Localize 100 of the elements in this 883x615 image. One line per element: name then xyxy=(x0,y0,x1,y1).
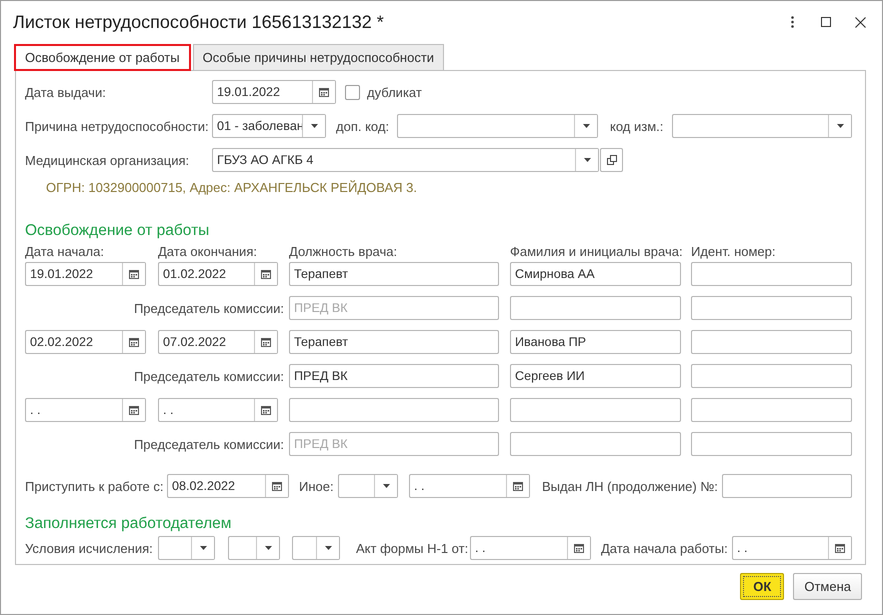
column-header: Идент. номер: xyxy=(691,244,776,260)
dropdown-field[interactable] xyxy=(338,474,398,498)
text-field[interactable] xyxy=(722,474,852,498)
text-field[interactable] xyxy=(691,296,852,320)
text-field[interactable] xyxy=(691,364,852,388)
caret-icon xyxy=(582,124,590,128)
calendar-button[interactable] xyxy=(122,263,145,285)
date-field[interactable]: . . xyxy=(409,474,530,498)
field-label: Акт формы Н-1 от: xyxy=(356,540,470,556)
field-label: Выдан ЛН (продолжение) №: xyxy=(542,478,719,494)
dropdown-button[interactable] xyxy=(316,537,339,559)
date-field[interactable]: 08.02.2022 xyxy=(167,474,289,498)
calendar-button[interactable] xyxy=(567,537,590,559)
dropdown-field[interactable] xyxy=(397,114,598,138)
text-field[interactable] xyxy=(289,398,499,422)
calendar-icon xyxy=(129,405,139,415)
calendar-button[interactable] xyxy=(506,475,529,497)
section-heading: Освобождение от работы xyxy=(25,222,210,241)
column-header: Дата начала: xyxy=(25,244,105,260)
calendar-button[interactable] xyxy=(254,399,277,421)
text-field[interactable] xyxy=(510,398,681,422)
dropdown-field[interactable] xyxy=(292,536,340,560)
dropdown-button[interactable] xyxy=(374,475,397,497)
dropdown-button[interactable] xyxy=(302,115,325,137)
column-header: Фамилия и инициалы врача: xyxy=(510,244,684,260)
field-label: Условия исчисления: xyxy=(25,540,154,556)
more-icon xyxy=(790,16,794,28)
text-field[interactable]: ПРЕД ВК xyxy=(289,364,499,388)
calendar-button[interactable] xyxy=(254,331,277,353)
caret-icon xyxy=(324,546,332,550)
field-label: Дата начала работы: xyxy=(601,540,729,556)
maximize-icon xyxy=(821,17,831,27)
field-label: дубликат xyxy=(367,84,422,100)
dropdown-button[interactable] xyxy=(256,537,279,559)
dropdown-field[interactable]: 01 - заболеван xyxy=(212,114,326,138)
caret-icon xyxy=(200,546,206,550)
caret-icon xyxy=(382,484,390,488)
date-field[interactable]: . . xyxy=(732,536,852,560)
organization-info: ОГРН: 1032900000715, Адрес: АРХАНГЕЛЬСК РЕЙДОВАЯ 3. xyxy=(46,180,418,196)
dropdown-button[interactable] xyxy=(828,115,851,137)
calendar-icon xyxy=(261,337,271,347)
section-heading: Заполняется работодателем xyxy=(25,515,232,534)
open-form-icon xyxy=(606,155,616,165)
calendar-icon xyxy=(319,87,329,97)
checkbox[interactable] xyxy=(345,84,360,100)
date-field[interactable]: . . xyxy=(470,536,591,560)
field-label: Председатель комиссии: xyxy=(132,368,285,384)
column-header: Должность врача: xyxy=(289,244,398,260)
calendar-icon xyxy=(272,481,282,491)
field-label: Иное: xyxy=(299,478,335,494)
calendar-icon xyxy=(129,269,139,279)
calendar-button[interactable] xyxy=(312,81,335,103)
date-field[interactable]: . . xyxy=(158,398,278,422)
calendar-icon xyxy=(835,543,845,553)
ok-button[interactable]: ОК xyxy=(740,573,784,600)
text-field[interactable]: Иванова ПР xyxy=(510,330,681,354)
calendar-icon xyxy=(129,337,139,347)
close-button[interactable] xyxy=(852,14,868,30)
text-field[interactable] xyxy=(691,432,852,456)
dropdown-field[interactable] xyxy=(158,536,215,560)
calendar-button[interactable] xyxy=(828,537,851,559)
field-label: Председатель комиссии: xyxy=(132,436,285,452)
maximize-button[interactable] xyxy=(818,14,834,30)
dropdown-button[interactable] xyxy=(575,149,598,171)
caret-icon xyxy=(264,546,272,550)
calendar-icon xyxy=(513,481,523,491)
tab[interactable]: Освобождение от работы xyxy=(14,44,191,71)
close-icon xyxy=(854,16,866,28)
text-field[interactable] xyxy=(510,432,681,456)
text-field[interactable] xyxy=(691,398,852,422)
text-field[interactable] xyxy=(691,262,852,286)
date-field[interactable]: 07.02.2022 xyxy=(158,330,278,354)
dropdown-button[interactable] xyxy=(574,115,597,137)
field-label: доп. код: xyxy=(336,118,390,134)
dropdown-button[interactable] xyxy=(191,537,214,559)
text-field[interactable] xyxy=(691,330,852,354)
dropdown-field[interactable] xyxy=(228,536,280,560)
date-field[interactable]: 01.02.2022 xyxy=(158,262,278,286)
cancel-button[interactable]: Отмена xyxy=(793,573,862,600)
date-field[interactable]: 19.01.2022 xyxy=(25,262,146,286)
calendar-icon xyxy=(261,405,271,415)
text-field[interactable]: Терапевт xyxy=(289,330,499,354)
caret-icon xyxy=(310,124,318,128)
text-field[interactable]: Смирнова АА xyxy=(510,262,681,286)
date-field[interactable]: 02.02.2022 xyxy=(25,330,146,354)
tab[interactable]: Особые причины нетрудоспособности xyxy=(192,44,444,71)
open-button[interactable] xyxy=(600,148,623,172)
caret-icon xyxy=(836,124,844,128)
date-field[interactable]: 19.01.2022 xyxy=(212,80,336,104)
dropdown-field[interactable] xyxy=(672,114,852,138)
text-field[interactable] xyxy=(510,296,681,320)
text-field[interactable]: Терапевт xyxy=(289,262,499,286)
text-field[interactable]: Сергеев ИИ xyxy=(510,364,681,388)
field-label: код изм.: xyxy=(610,118,664,134)
date-field[interactable]: . . xyxy=(25,398,146,422)
dropdown-field[interactable]: ГБУЗ АО АГКБ 4 xyxy=(212,148,599,172)
calendar-button[interactable] xyxy=(122,399,145,421)
calendar-button[interactable] xyxy=(254,263,277,285)
calendar-button[interactable] xyxy=(265,475,288,497)
calendar-button[interactable] xyxy=(122,331,145,353)
